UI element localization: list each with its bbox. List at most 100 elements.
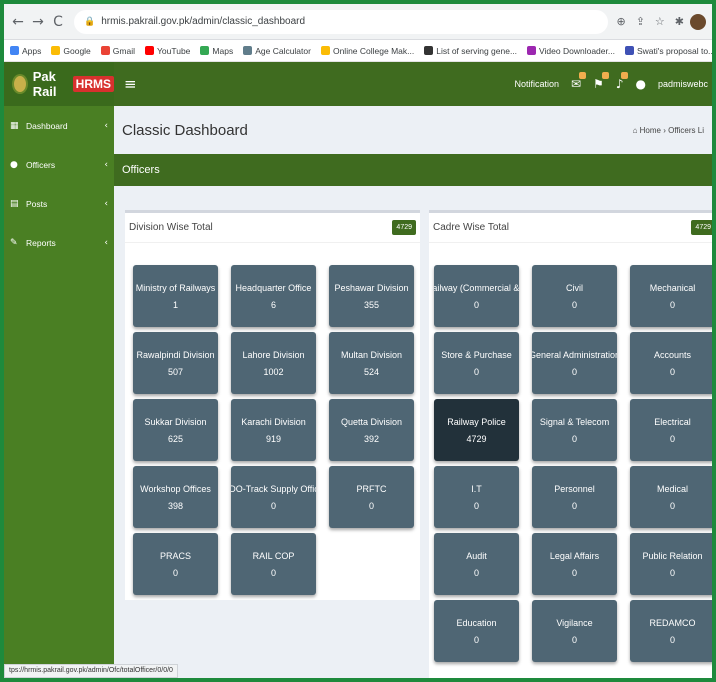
bookmark-item[interactable]: Apps [10, 46, 41, 56]
tile-label: Multan Division [340, 350, 403, 360]
status-bar-url: tps://hrmis.pakrail.gov.pk/admin/Ofc/tot… [4, 664, 178, 678]
sidebar-item-posts[interactable]: ▤ Posts ‹ [4, 184, 114, 223]
cadre-tile[interactable]: Railway Police 4729 [434, 399, 519, 461]
breadcrumb-separator: › [663, 125, 666, 135]
sidebar-item-officers[interactable]: ● Officers ‹ [4, 145, 114, 184]
pak-rail-logo-icon [12, 74, 28, 94]
cadre-tile[interactable]: Store & Purchase 0 [434, 332, 519, 394]
bookmark-favicon-icon [424, 46, 434, 55]
division-tile[interactable]: EDO-Track Supply Office 0 [231, 466, 316, 528]
sidebar-item-dashboard[interactable]: ▦ Dashboard ‹ [4, 106, 114, 145]
cadre-tile[interactable]: Personnel 0 [532, 466, 617, 528]
url-input[interactable]: 🔒 hrmis.pakrail.gov.pk/admin/classic_das… [74, 9, 609, 34]
chevron-left-icon: ‹ [104, 120, 108, 131]
bookmark-item[interactable]: Video Downloader... [527, 46, 615, 56]
bookmark-label: Age Calculator [255, 45, 311, 56]
division-tile[interactable]: PRFTC 0 [329, 466, 414, 528]
cadre-tile[interactable]: Education 0 [434, 600, 519, 662]
bookmark-item[interactable]: Gmail [100, 46, 135, 56]
breadcrumb-home[interactable]: Home [640, 126, 661, 135]
division-panel-title: Division Wise Total [129, 222, 213, 233]
tile-label: Lahore Division [242, 350, 305, 360]
bookmark-item[interactable]: YouTube [145, 46, 190, 56]
cadre-tile[interactable]: Legal Affairs 0 [532, 533, 617, 595]
bell-icon[interactable]: ♪ [616, 72, 629, 91]
brand[interactable]: Pak Rail HRMS [4, 62, 114, 106]
division-tile[interactable]: Headquarter Office 6 [231, 265, 316, 327]
bookmark-item[interactable]: Swati's proposal to... [624, 46, 712, 56]
bookmark-item[interactable]: Online College Mak... [320, 46, 414, 56]
chevron-left-icon: ‹ [104, 237, 108, 248]
bookmark-item[interactable]: Maps [200, 46, 233, 56]
bookmark-item[interactable]: List of serving gene... [424, 46, 517, 56]
division-tile[interactable]: RAIL COP 0 [231, 533, 316, 595]
sidebar-item-label: Posts [26, 198, 48, 209]
extensions-icon[interactable]: ✱ [675, 15, 684, 28]
division-tile[interactable]: Sukkar Division 625 [133, 399, 218, 461]
tile-label: Civil [566, 283, 583, 293]
division-tile[interactable]: Peshawar Division 355 [329, 265, 414, 327]
cadre-tile[interactable]: Civil 0 [532, 265, 617, 327]
cadre-tile[interactable]: Vigilance 0 [532, 600, 617, 662]
division-tile[interactable]: Quetta Division 392 [329, 399, 414, 461]
tile-count: 355 [363, 300, 380, 310]
share-icon[interactable]: ⇪ [636, 15, 645, 28]
bookmark-favicon-icon [145, 46, 154, 55]
breadcrumb-current: Officers Li [668, 125, 704, 135]
division-tile[interactable]: Lahore Division 1002 [231, 332, 316, 394]
bookmark-label: List of serving gene... [436, 45, 518, 56]
division-tile[interactable]: Multan Division 524 [329, 332, 414, 394]
cadre-tile[interactable]: General Administration 0 [532, 332, 617, 394]
menu-toggle-icon[interactable]: ≡ [124, 75, 137, 93]
tile-count: 524 [363, 367, 380, 377]
back-icon[interactable]: ← [10, 12, 26, 32]
notification-link[interactable]: Notification [514, 79, 559, 89]
brand-name: Pak Rail [32, 69, 57, 99]
cadre-tile[interactable]: I.T 0 [434, 466, 519, 528]
tile-count: 1 [172, 300, 178, 310]
cadre-tile[interactable]: Audit 0 [434, 533, 519, 595]
division-tile[interactable]: PRACS 0 [133, 533, 218, 595]
division-tile[interactable]: Karachi Division 919 [231, 399, 316, 461]
tile-label: Medical [656, 484, 688, 494]
forward-icon[interactable]: → [30, 12, 46, 32]
cadre-tile[interactable]: Accounts 0 [630, 332, 712, 394]
tile-label: EDO-Track Supply Office [231, 484, 316, 494]
cadre-tile[interactable]: REDAMCO 0 [630, 600, 712, 662]
tile-label: Personnel [554, 484, 595, 494]
zoom-icon[interactable]: ⊕ [616, 15, 625, 28]
division-tile[interactable]: Ministry of Railways 1 [133, 265, 218, 327]
bookmark-favicon-icon [624, 46, 634, 55]
sidebar-item-reports[interactable]: ✎ Reports ‹ [4, 223, 114, 262]
bookmark-item[interactable]: Age Calculator [243, 46, 311, 56]
cadre-panel-title: Cadre Wise Total [433, 222, 509, 233]
cadre-tile[interactable]: Public Relation 0 [630, 533, 712, 595]
tile-count: 0 [571, 434, 577, 444]
cadre-tile[interactable]: Mechanical 0 [630, 265, 712, 327]
division-tile[interactable]: Rawalpindi Division 507 [133, 332, 218, 394]
tile-label: Headquarter Office [235, 283, 312, 293]
profile-avatar[interactable] [690, 13, 706, 30]
cadre-tile[interactable]: Railway (Commercial & T 0 [434, 265, 519, 327]
sidebar: ▦ Dashboard ‹ ● Officers ‹ ▤ Posts ‹ ✎ R… [4, 106, 114, 678]
tile-label: I.T [471, 484, 482, 494]
bookmark-favicon-icon [10, 46, 19, 55]
star-icon[interactable]: ☆ [655, 15, 665, 28]
reload-icon[interactable]: C [50, 12, 66, 32]
flag-icon[interactable]: ⚑ [593, 72, 609, 91]
breadcrumb: ⌂ Home › Officers Li [633, 126, 704, 135]
page-title: Classic Dashboard [122, 121, 248, 139]
reports-icon: ✎ [10, 237, 18, 248]
division-tile[interactable]: Workshop Offices 398 [133, 466, 218, 528]
user-name[interactable]: padmiswebc [658, 79, 708, 89]
cadre-tile[interactable]: Electrical 0 [630, 399, 712, 461]
tile-label: Legal Affairs [549, 551, 600, 561]
user-icon[interactable]: ● [635, 77, 645, 91]
tile-count: 0 [473, 635, 479, 645]
cadre-tile[interactable]: Medical 0 [630, 466, 712, 528]
envelope-icon[interactable]: ✉ [571, 72, 587, 91]
tile-label: Workshop Offices [140, 484, 211, 494]
tile-label: Store & Purchase [441, 350, 512, 360]
cadre-tile[interactable]: Signal & Telecom 0 [532, 399, 617, 461]
bookmark-item[interactable]: Google [51, 46, 91, 56]
